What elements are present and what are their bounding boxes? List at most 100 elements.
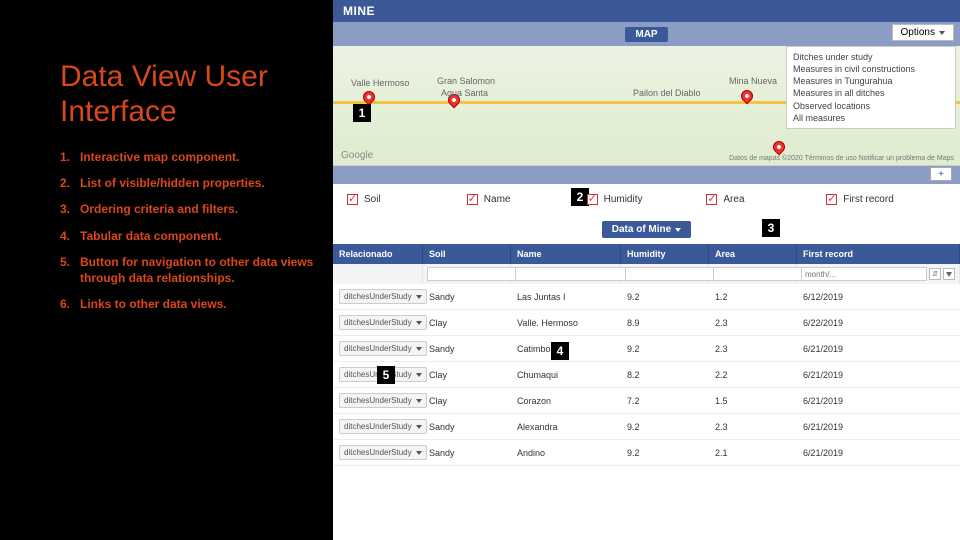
sort-icon[interactable]: ⇵ <box>929 268 941 280</box>
caption-item: 6.Links to other data views. <box>60 296 315 312</box>
table-row: ditchesUnderStudy ClayValle. Hermoso8.92… <box>333 310 960 336</box>
map-attribution: Datos de mapas ©2020 Términos de uso Not… <box>729 155 954 162</box>
table-row: ditchesUnderStudy ClayChumaqui8.22.26/21… <box>333 362 960 388</box>
caption-num: 5. <box>60 254 80 286</box>
related-nav-button[interactable]: ditchesUnderStudy <box>339 315 427 330</box>
filter-icon[interactable] <box>943 268 955 280</box>
map-component[interactable]: Valle Hermoso Gran Salomon Agua Santa Pa… <box>333 46 960 166</box>
related-nav-button[interactable]: ditchesUnderStudy <box>339 445 427 460</box>
properties-section-header: + <box>333 166 960 184</box>
property-toggle[interactable]: First record <box>826 194 946 205</box>
property-label: Name <box>484 194 511 205</box>
caption-item: 3.Ordering criteria and filters. <box>60 201 315 217</box>
cell-humidity: 9.2 <box>621 287 709 307</box>
view-link[interactable]: Observed locations <box>793 100 949 112</box>
map-pill: MAP <box>625 27 667 42</box>
map-city-label: Valle Hermoso <box>351 78 409 88</box>
caret-down-icon <box>416 425 422 429</box>
caret-down-icon <box>675 228 681 232</box>
caret-down-icon <box>416 347 422 351</box>
table-row: ditchesUnderStudy SandyLas Juntas I9.21.… <box>333 284 960 310</box>
view-link[interactable]: Ditches under study <box>793 51 949 63</box>
property-label: Humidity <box>604 194 643 205</box>
cell-date: 6/21/2019 <box>797 443 960 463</box>
annotation-badge-4: 4 <box>551 342 569 360</box>
cell-humidity: 9.2 <box>621 339 709 359</box>
filter-date-input[interactable] <box>801 267 927 281</box>
map-city-label: Agua Santa <box>441 88 488 98</box>
options-label: Options <box>901 27 935 38</box>
caption-num: 3. <box>60 201 80 217</box>
annotation-badge-3: 3 <box>762 219 780 237</box>
caret-down-icon <box>416 373 422 377</box>
caption-num: 6. <box>60 296 80 312</box>
google-logo: Google <box>341 150 373 161</box>
filter-name-input[interactable] <box>515 267 633 281</box>
cell-name: Las Juntas I <box>511 287 621 307</box>
caption-text: Tabular data component. <box>80 228 222 244</box>
property-toggle[interactable]: Area <box>706 194 826 205</box>
caption-text: Ordering criteria and filters. <box>80 201 238 217</box>
cell-area: 2.3 <box>709 339 797 359</box>
checkbox-icon <box>587 194 598 205</box>
checkbox-icon <box>347 194 358 205</box>
cell-name: Andino <box>511 443 621 463</box>
related-nav-button[interactable]: ditchesUnderStudy <box>339 341 427 356</box>
table-filters: ⇵ ⇵ ⇵ ⇵ ⇵ <box>333 264 960 284</box>
col-header-soil[interactable]: Soil <box>423 244 511 264</box>
col-header-area[interactable]: Area <box>709 244 797 264</box>
col-header-related[interactable]: Relacionado <box>333 244 423 264</box>
cell-date: 6/21/2019 <box>797 339 960 359</box>
cell-date: 6/21/2019 <box>797 365 960 385</box>
col-header-name[interactable]: Name <box>511 244 621 264</box>
slide-caption: Data View User Interface 1.Interactive m… <box>0 0 333 540</box>
table-row: ditchesUnderStudy SandyAndino9.22.16/21/… <box>333 440 960 466</box>
app-title-bar: MINE <box>333 0 960 22</box>
property-toggle[interactable]: Humidity <box>587 194 707 205</box>
checkbox-icon <box>467 194 478 205</box>
view-link[interactable]: Measures in all ditches <box>793 87 949 99</box>
cell-soil: Clay <box>423 365 511 385</box>
related-nav-button[interactable]: ditchesUnderStudy <box>339 419 427 434</box>
data-table: Relacionado Soil Name Humidity Area Firs… <box>333 244 960 466</box>
view-link[interactable]: Measures in Tungurahua <box>793 75 949 87</box>
options-button[interactable]: Options <box>892 24 954 41</box>
map-city-label: Gran Salomon <box>437 76 495 86</box>
add-button[interactable]: + <box>930 167 952 181</box>
map-pin[interactable] <box>771 139 788 156</box>
related-nav-button[interactable]: ditchesUnderStudy <box>339 289 427 304</box>
caption-list: 1.Interactive map component.2.List of vi… <box>60 149 315 312</box>
views-link-panel: Ditches under studyMeasures in civil con… <box>786 46 956 129</box>
table-row: ditchesUnderStudy SandyAlexandra9.22.36/… <box>333 414 960 440</box>
cell-area: 2.3 <box>709 313 797 333</box>
property-label: Soil <box>364 194 381 205</box>
view-link[interactable]: Measures in civil constructions <box>793 63 949 75</box>
col-header-date[interactable]: First record <box>797 244 960 264</box>
cell-soil: Sandy <box>423 443 511 463</box>
caption-item: 2.List of visible/hidden properties. <box>60 175 315 191</box>
property-label: First record <box>843 194 894 205</box>
caption-text: Button for navigation to other data view… <box>80 254 315 286</box>
table-row: ditchesUnderStudy ClayCorazon7.21.56/21/… <box>333 388 960 414</box>
caption-num: 1. <box>60 149 80 165</box>
property-toggle[interactable]: Soil <box>347 194 467 205</box>
map-section-header: MAP Options <box>333 22 960 46</box>
cell-area: 1.5 <box>709 391 797 411</box>
cell-name: Chumaqui <box>511 365 621 385</box>
property-toggle[interactable]: Name <box>467 194 587 205</box>
cell-humidity: 8.2 <box>621 365 709 385</box>
slide-title: Data View User Interface <box>60 60 315 129</box>
property-label: Area <box>723 194 744 205</box>
checkbox-icon <box>826 194 837 205</box>
caption-text: Links to other data views. <box>80 296 227 312</box>
data-pill-label: Data of Mine <box>612 224 671 235</box>
col-header-humidity[interactable]: Humidity <box>621 244 709 264</box>
related-nav-button[interactable]: ditchesUnderStudy <box>339 393 427 408</box>
caption-num: 2. <box>60 175 80 191</box>
cell-date: 6/21/2019 <box>797 417 960 437</box>
table-header: Relacionado Soil Name Humidity Area Firs… <box>333 244 960 264</box>
cell-humidity: 7.2 <box>621 391 709 411</box>
caret-down-icon <box>416 451 422 455</box>
view-link[interactable]: All measures <box>793 112 949 124</box>
app-screenshot: MINE MAP Options Valle Hermoso Gran Salo… <box>333 0 960 540</box>
